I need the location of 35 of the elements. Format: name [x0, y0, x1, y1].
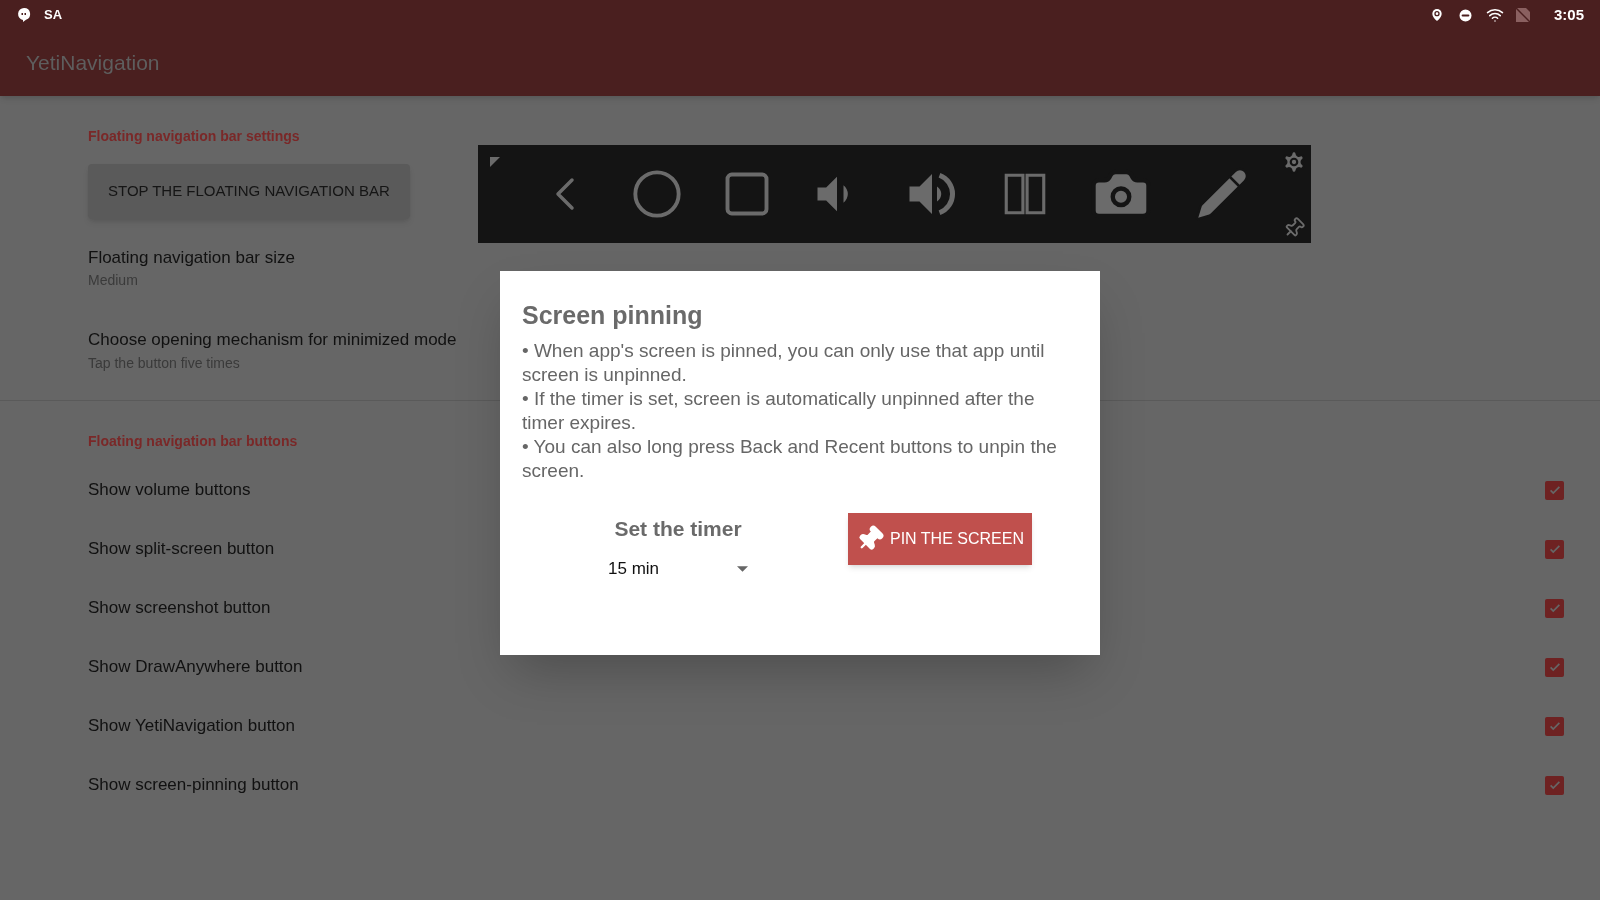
location-icon — [1428, 7, 1445, 23]
checkbox[interactable] — [1545, 598, 1564, 618]
checkbox[interactable] — [1545, 775, 1564, 795]
dialog-paragraph: • If the timer is set, screen is automatically unpinned after the timer expires. — [522, 386, 1036, 435]
timer-dropdown[interactable]: 15 min — [608, 556, 748, 582]
stop-button[interactable]: STOP THE FLOATING NAVIGATION BAR — [88, 164, 410, 219]
pin-screen-button[interactable]: PIN THE SCREEN — [848, 512, 1032, 565]
section-header: Floating navigation bar buttons — [88, 432, 298, 449]
clock: 3:05 — [1553, 4, 1584, 25]
checkbox[interactable] — [1545, 539, 1564, 559]
checkbox[interactable] — [1545, 657, 1564, 677]
timer-label: Set the timer — [614, 515, 742, 542]
section-header: Floating navigation bar settings — [88, 128, 300, 144]
dropdown-arrow-icon — [737, 565, 748, 572]
dialog-paragraph: • You can also long press Back and Recent buttons to unpin the screen. — [522, 434, 1058, 483]
setting-title[interactable]: Show screen-pinning button — [88, 772, 299, 798]
wifi-icon — [1485, 6, 1504, 24]
setting-title[interactable]: Show split-screen button — [88, 536, 275, 562]
app-title: YetiNavigation — [26, 50, 160, 77]
setting-title[interactable]: Show screenshot button — [88, 595, 271, 621]
chat-icon — [16, 7, 32, 23]
home-icon[interactable] — [631, 168, 684, 220]
corner-mark-icon[interactable] — [490, 157, 500, 167]
do-not-disturb-icon — [1456, 6, 1474, 24]
setting-title[interactable]: Show DrawAnywhere button — [88, 654, 303, 680]
dialog-paragraph: • When app's screen is pinned, you can only use that app until screen is unpinned. — [522, 338, 1046, 387]
no-signal-icon — [1515, 8, 1530, 22]
carrier-label: SA — [44, 6, 63, 25]
dialog-title: Screen pinning — [522, 300, 704, 331]
setting-title[interactable]: Show YetiNavigation button — [88, 713, 295, 739]
setting-title[interactable]: Show volume buttons — [88, 477, 251, 503]
setting-title[interactable]: Choose opening mechanism for minimized mode — [88, 327, 457, 353]
checkbox[interactable] — [1545, 480, 1564, 500]
setting-title[interactable]: Floating navigation bar size — [88, 244, 295, 270]
checkbox[interactable] — [1545, 716, 1564, 736]
